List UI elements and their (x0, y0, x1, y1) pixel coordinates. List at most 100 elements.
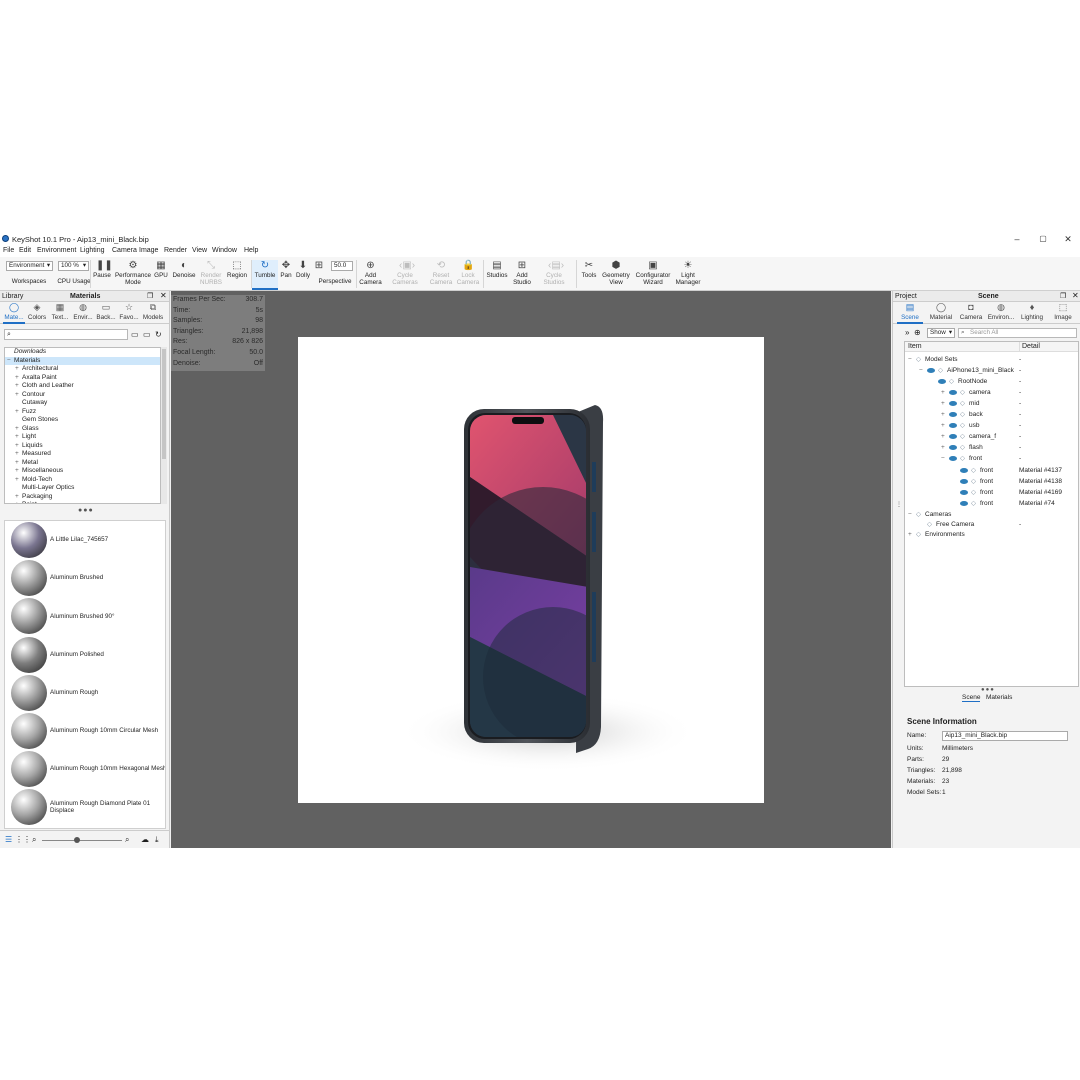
splitter-handle[interactable]: ●●● (78, 507, 94, 514)
scene-tree-row[interactable]: ◇ front (908, 465, 1018, 476)
tab-backplates[interactable]: ▭ Back... (95, 302, 117, 324)
visibility-eye-icon[interactable] (949, 389, 957, 395)
close-panel-icon[interactable]: ✕ (1072, 291, 1079, 300)
visibility-eye-icon[interactable] (949, 422, 957, 428)
float-icon[interactable]: ❐ (147, 292, 153, 300)
environment-select[interactable]: Environment ▾ (6, 261, 53, 271)
splitter-handle-bottom[interactable]: ●●● (981, 687, 995, 693)
scene-tree-row[interactable]: − ◇ Model Sets (908, 354, 1018, 365)
library-tree-item[interactable]: + Measured (5, 450, 160, 459)
expand-toggle[interactable]: + (15, 450, 22, 459)
refresh-icon[interactable]: ↻ (155, 330, 162, 339)
cycle-studios-button[interactable]: ‹▤› Cycle Studios (539, 260, 569, 290)
visibility-eye-icon[interactable] (949, 411, 957, 417)
expand-toggle[interactable]: + (15, 459, 22, 468)
pan-button[interactable]: ✥ Pan (279, 260, 293, 290)
library-tree-item[interactable]: + Glass (5, 425, 160, 434)
expand-toggle[interactable]: + (15, 408, 22, 417)
scene-tree-row[interactable]: − ◇ AiPhone13_mini_Black (908, 365, 1018, 376)
expand-toggle[interactable]: − (941, 453, 949, 464)
tab-favorites[interactable]: ☆ Favo... (118, 302, 140, 324)
import-icon[interactable]: ▭ (143, 330, 151, 339)
library-tree-item[interactable]: + Liquids (5, 442, 160, 451)
tab-lighting[interactable]: ♦ Lighting (1019, 302, 1045, 324)
visibility-eye-icon[interactable] (960, 489, 968, 495)
library-tree-item[interactable]: − Materials (5, 356, 160, 366)
expand-toggle[interactable]: + (941, 387, 949, 398)
cpu-usage-button[interactable]: CPU Usage (57, 278, 91, 288)
tab-environments[interactable]: ◍ Envir... (72, 302, 94, 324)
scene-tree-row[interactable]: + ◇ Environments (908, 529, 1018, 540)
material-swatch[interactable]: Aluminum Brushed 90° (9, 597, 165, 635)
scene-search-input[interactable]: ⌕ Search All (958, 328, 1077, 338)
material-swatch[interactable]: Aluminum Rough Diamond Plate 01 Displace (9, 788, 165, 826)
library-tree-item[interactable]: + Cloth and Leather (5, 382, 160, 391)
scene-tree-row[interactable]: ◇ front (908, 498, 1018, 509)
bottom-tab-materials[interactable]: Materials (986, 694, 1012, 701)
library-tree-item[interactable]: + Mold-Tech (5, 476, 160, 485)
reset-camera-button[interactable]: ⟲ Reset Camera (428, 260, 454, 290)
material-swatch[interactable]: Aluminum Brushed (9, 559, 165, 597)
tab-textures[interactable]: ▦ Text... (49, 302, 71, 324)
pause-button[interactable]: ❚❚ Pause (92, 260, 113, 290)
expand-toggle[interactable]: + (941, 398, 949, 409)
expand-toggle[interactable]: + (15, 425, 22, 434)
material-swatch[interactable]: A Little Lilac_745657 (9, 521, 165, 559)
tab-material[interactable]: ◯ Material (928, 302, 954, 324)
minimize-button[interactable]: – (1006, 233, 1028, 245)
tab-camera[interactable]: ◘ Camera (958, 302, 984, 324)
library-tree-item[interactable]: + Light (5, 433, 160, 442)
bottom-tab-scene[interactable]: Scene (962, 694, 981, 702)
visibility-eye-icon[interactable] (949, 400, 957, 406)
expand-toggle[interactable]: + (15, 365, 22, 374)
library-tree-item[interactable]: + Architectural (5, 365, 160, 374)
expand-toggle[interactable]: − (919, 365, 927, 376)
expand-toggle[interactable]: + (941, 420, 949, 431)
library-tree-item[interactable]: + Miscellaneous (5, 467, 160, 476)
library-search-input[interactable]: ⌕ (4, 329, 128, 340)
expand-icon[interactable]: » (905, 328, 909, 337)
menu-render[interactable]: Render (164, 247, 187, 254)
tab-models[interactable]: ⧉ Models (141, 302, 165, 324)
library-tree-item[interactable]: Cutaway (5, 399, 160, 408)
tumble-button[interactable]: ↻ Tumble (252, 260, 278, 290)
library-tree-item[interactable]: + Fuzz (5, 408, 160, 417)
scene-tree-row[interactable]: + ◇ usb (908, 420, 1018, 431)
material-swatch[interactable]: Aluminum Polished (9, 636, 165, 674)
configurator-wizard-button[interactable]: ▣ Configurator Wizard (633, 260, 673, 290)
visibility-eye-icon[interactable] (949, 433, 957, 439)
scene-tree-row[interactable]: − ◇ front (908, 453, 1018, 464)
performance-mode-button[interactable]: ⚙ Performance Mode (113, 260, 153, 290)
scene-tree-row[interactable]: + ◇ mid (908, 398, 1018, 409)
menu-lighting[interactable]: Lighting (80, 247, 105, 254)
library-tree-item[interactable]: + Contour (5, 391, 160, 400)
workspaces-button[interactable]: Workspaces (9, 278, 49, 288)
close-panel-icon[interactable]: ✕ (160, 291, 167, 300)
tab-image[interactable]: ⬚ Image (1050, 302, 1076, 324)
scene-tree-row[interactable]: + ◇ camera_f (908, 431, 1018, 442)
scene-tree-row[interactable]: + ◇ camera (908, 387, 1018, 398)
import-material-icon[interactable]: ⤓ (155, 835, 159, 845)
scene-tree-row[interactable]: + ◇ back (908, 409, 1018, 420)
zoom-select[interactable]: 100 % ▾ (58, 261, 89, 271)
perspective-button[interactable]: Perspective (316, 278, 354, 288)
folder-icon[interactable]: ▭ (131, 330, 139, 339)
library-tree-item[interactable]: Gem Stones (5, 416, 160, 425)
tab-colors[interactable]: ◈ Colors (26, 302, 48, 324)
splitter-handle[interactable]: ⋮ (896, 501, 902, 508)
maximize-button[interactable]: ▢ (1032, 233, 1054, 245)
expand-toggle[interactable]: + (941, 409, 949, 420)
scene-tree-row[interactable]: + ◇ flash (908, 442, 1018, 453)
menu-view[interactable]: View (192, 247, 207, 254)
library-tree-item[interactable]: + Metal (5, 459, 160, 468)
expand-toggle[interactable]: + (15, 501, 22, 503)
render-viewport[interactable]: Frames Per Sec: 308.7 Time: 5s Samples: 98 Tri… (171, 291, 891, 848)
expand-toggle[interactable]: − (7, 357, 14, 366)
visibility-eye-icon[interactable] (927, 367, 935, 373)
expand-toggle[interactable]: + (15, 433, 22, 442)
grid-view-icon[interactable]: ⋮⋮ (15, 835, 31, 844)
add-camera-button[interactable]: ⊕ Add Camera (358, 260, 383, 290)
menu-environment[interactable]: Environment (37, 247, 76, 254)
denoise-button[interactable]: ◐ Denoise (171, 260, 197, 290)
expand-toggle[interactable]: + (15, 476, 22, 485)
